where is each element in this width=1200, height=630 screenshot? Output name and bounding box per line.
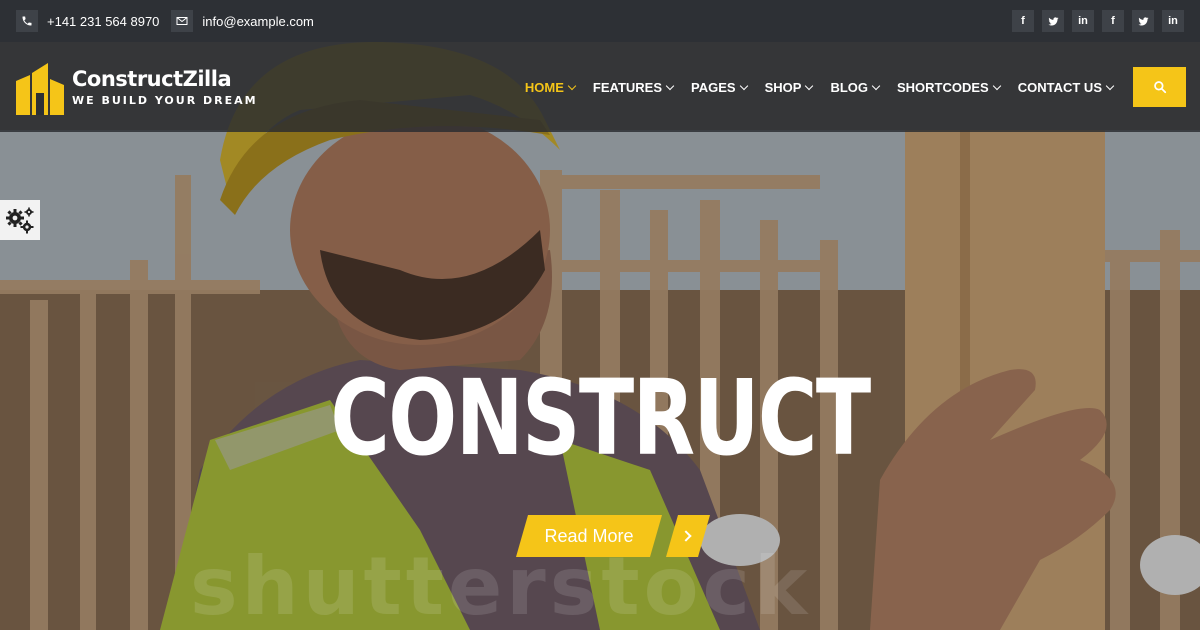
- nav-item-home[interactable]: HOME: [524, 79, 577, 95]
- nav-label: HOME: [524, 79, 564, 95]
- nav-item-shortcodes[interactable]: SHORTCODES: [897, 79, 1001, 95]
- brand-name: ConstructZilla: [72, 66, 232, 91]
- phone-number: +141 231 564 8970: [47, 13, 160, 29]
- twitter-icon[interactable]: [1042, 10, 1064, 32]
- chevron-down-icon: [739, 81, 748, 90]
- nav-item-contact-us[interactable]: CONTACT US: [1017, 79, 1115, 95]
- top-bar: +141 231 564 8970 info@example.com f in …: [0, 0, 1200, 42]
- facebook-icon[interactable]: f: [1102, 10, 1124, 32]
- chevron-down-icon: [871, 81, 881, 90]
- phone-icon: [16, 10, 38, 32]
- facebook-icon[interactable]: f: [1012, 10, 1034, 32]
- main-nav: HOME FEATURES PAGES SHOP BLOG SHORTCODES…: [507, 67, 1186, 107]
- nav-label: CONTACT US: [1017, 79, 1102, 95]
- nav-label: PAGES: [691, 79, 736, 95]
- linkedin-icon[interactable]: in: [1162, 10, 1184, 32]
- chevron-down-icon: [567, 81, 577, 90]
- building-logo-icon: [16, 63, 64, 115]
- nav-label: SHORTCODES: [897, 79, 989, 95]
- site-header: ConstructZilla WE BUILD YOUR DREAM HOME …: [0, 42, 1200, 132]
- email-address: info@example.com: [202, 13, 314, 29]
- search-button[interactable]: [1133, 67, 1186, 107]
- settings-toggle[interactable]: [0, 200, 40, 240]
- read-more-button[interactable]: Read More: [516, 515, 694, 557]
- watermark-text: shutterstock: [190, 540, 812, 630]
- nav-label: FEATURES: [592, 79, 663, 95]
- email-contact[interactable]: info@example.com: [171, 10, 314, 32]
- nav-label: BLOG: [830, 79, 868, 95]
- nav-item-blog[interactable]: BLOG: [830, 79, 881, 95]
- nav-item-shop[interactable]: SHOP: [764, 79, 814, 95]
- nav-item-features[interactable]: FEATURES: [592, 79, 675, 95]
- chevron-down-icon: [805, 81, 814, 90]
- envelope-icon: [171, 10, 194, 32]
- site-logo[interactable]: ConstructZilla WE BUILD YOUR DREAM: [14, 59, 258, 115]
- search-icon: [1153, 81, 1166, 94]
- twitter-icon[interactable]: [1132, 10, 1154, 32]
- nav-label: SHOP: [764, 79, 802, 95]
- social-links: f in f in: [1012, 10, 1184, 32]
- hero-title: CONSTRUCT: [330, 357, 871, 479]
- chevron-down-icon: [1105, 81, 1115, 90]
- chevron-down-icon: [992, 81, 1001, 90]
- brand-tagline: WE BUILD YOUR DREAM: [72, 93, 258, 107]
- linkedin-icon[interactable]: in: [1072, 10, 1094, 32]
- phone-contact[interactable]: +141 231 564 8970: [16, 10, 159, 32]
- chevron-down-icon: [665, 81, 675, 90]
- gears-icon: [6, 207, 34, 234]
- nav-item-pages[interactable]: PAGES: [691, 79, 748, 95]
- read-more-label: Read More: [516, 515, 662, 557]
